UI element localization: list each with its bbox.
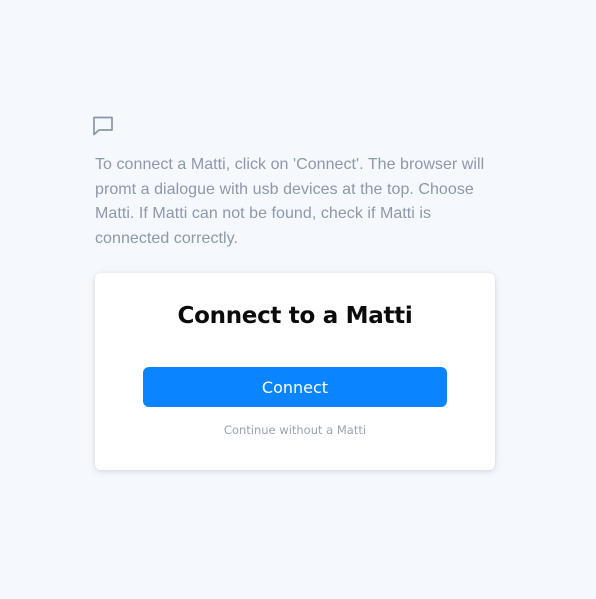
connect-page: To connect a Matti, click on 'Connect'. … [0,0,596,599]
connect-button[interactable]: Connect [143,367,447,407]
connect-card: Connect to a Matti Connect Continue with… [95,273,495,470]
card-title: Connect to a Matti [177,303,413,329]
connection-instructions: To connect a Matti, click on 'Connect'. … [95,156,485,247]
continue-without-matti-link[interactable]: Continue without a Matti [95,423,495,437]
chat-bubble-icon [92,115,114,137]
